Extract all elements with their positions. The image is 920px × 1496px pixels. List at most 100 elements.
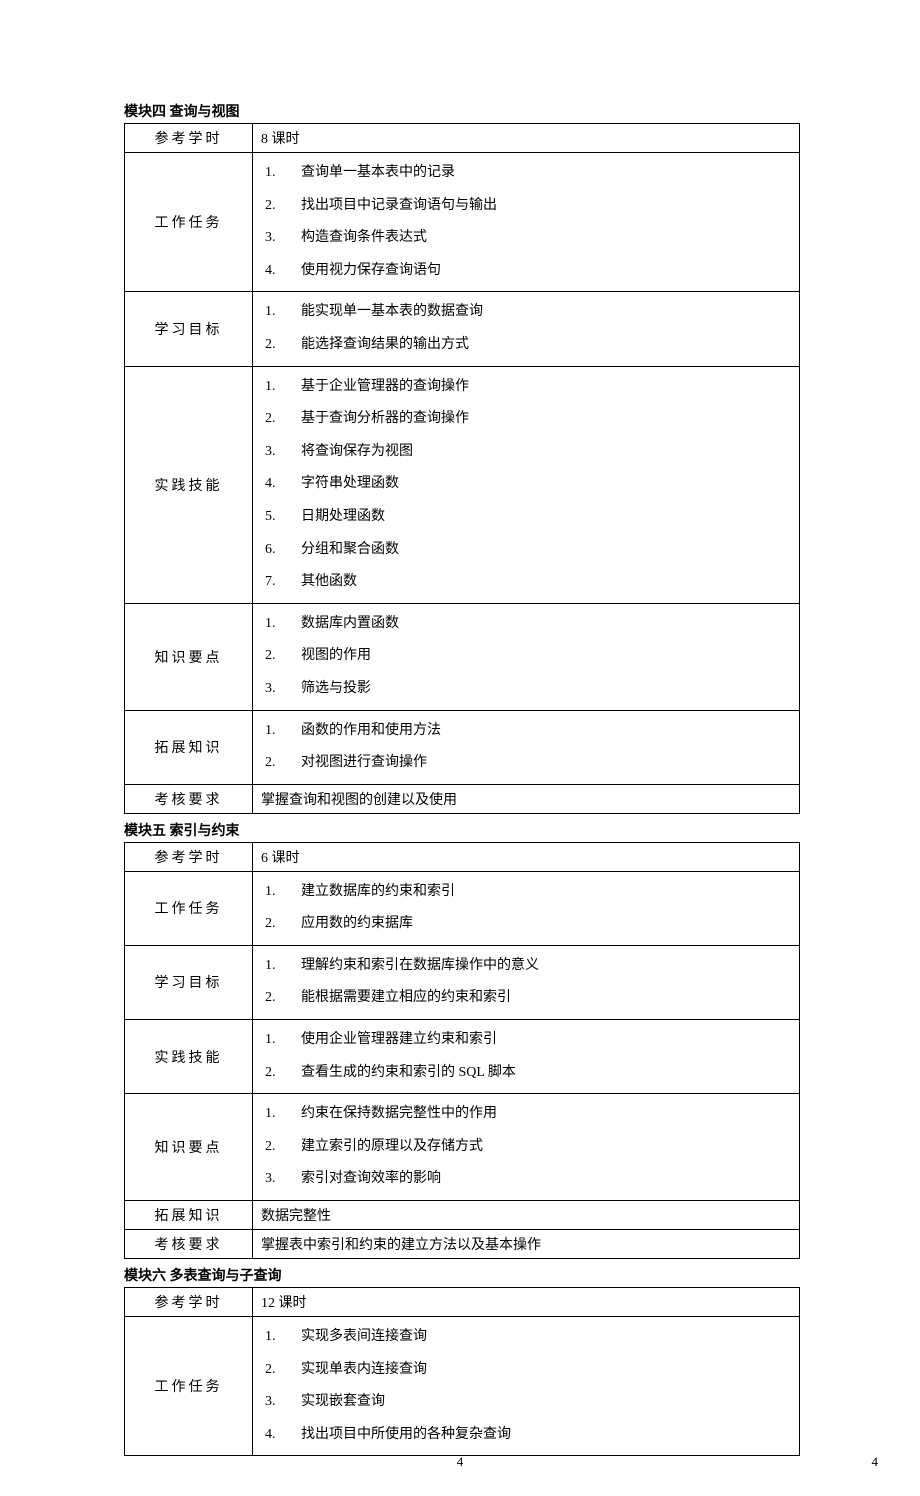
row-label: 考核要求 bbox=[125, 1230, 253, 1259]
row-label: 知识要点 bbox=[125, 603, 253, 710]
list-item: 3.实现嵌套查询 bbox=[261, 1386, 793, 1419]
row-label: 实践技能 bbox=[125, 1020, 253, 1094]
list-item: 2.对视图进行查询操作 bbox=[261, 747, 793, 780]
row-content: 1.建立数据库的约束和索引2.应用数的约束据库 bbox=[253, 871, 800, 945]
table-row: 拓展知识1.函数的作用和使用方法2.对视图进行查询操作 bbox=[125, 710, 800, 784]
module-title: 模块四 查询与视图 bbox=[124, 101, 800, 121]
module-table: 参考学时6 课时工作任务1.建立数据库的约束和索引2.应用数的约束据库学习目标1… bbox=[124, 842, 800, 1259]
list-number: 7. bbox=[261, 569, 285, 596]
list-text: 能根据需要建立相应的约束和索引 bbox=[285, 985, 511, 1012]
list-number: 5. bbox=[261, 504, 285, 531]
module-title: 模块六 多表查询与子查询 bbox=[124, 1265, 800, 1285]
list-number: 6. bbox=[261, 537, 285, 564]
row-content: 1.约束在保持数据完整性中的作用2.建立索引的原理以及存储方式3.索引对查询效率… bbox=[253, 1094, 800, 1201]
table-row: 知识要点1.约束在保持数据完整性中的作用2.建立索引的原理以及存储方式3.索引对… bbox=[125, 1094, 800, 1201]
row-label: 学习目标 bbox=[125, 292, 253, 366]
list-number: 2. bbox=[261, 406, 285, 433]
list-number: 1. bbox=[261, 953, 285, 980]
list-item: 6.分组和聚合函数 bbox=[261, 534, 793, 567]
list-number: 4. bbox=[261, 1422, 285, 1449]
list-text: 找出项目中所使用的各种复杂查询 bbox=[285, 1422, 511, 1449]
list-item: 2.建立索引的原理以及存储方式 bbox=[261, 1131, 793, 1164]
list-number: 1. bbox=[261, 374, 285, 401]
list-number: 2. bbox=[261, 911, 285, 938]
list-item: 3.索引对查询效率的影响 bbox=[261, 1163, 793, 1196]
row-label: 工作任务 bbox=[125, 1317, 253, 1456]
table-row: 工作任务1.查询单一基本表中的记录2.找出项目中记录查询语句与输出3.构造查询条… bbox=[125, 153, 800, 292]
list-item: 7.其他函数 bbox=[261, 566, 793, 599]
list-text: 查看生成的约束和索引的 SQL 脚本 bbox=[285, 1060, 516, 1087]
row-content: 1.实现多表间连接查询 2.实现单表内连接查询3.实现嵌套查询 4.找出项目中所使用… bbox=[253, 1317, 800, 1456]
list-text: 将查询保存为视图 bbox=[285, 439, 413, 466]
module-title: 模块五 索引与约束 bbox=[124, 820, 800, 840]
list-item: 3.将查询保存为视图 bbox=[261, 436, 793, 469]
list-text: 其他函数 bbox=[285, 569, 357, 596]
module-table: 参考学时8 课时工作任务1.查询单一基本表中的记录2.找出项目中记录查询语句与输… bbox=[124, 123, 800, 814]
table-row: 参考学时 6 课时 bbox=[125, 842, 800, 871]
row-label: 参考学时 bbox=[125, 842, 253, 871]
list-number: 1. bbox=[261, 718, 285, 745]
row-content: 12 课时 bbox=[253, 1288, 800, 1317]
list-text: 使用视力保存查询语句 bbox=[285, 258, 441, 285]
list-text: 能选择查询结果的输出方式 bbox=[285, 332, 469, 359]
table-row: 考核要求掌握查询和视图的创建以及使用 bbox=[125, 784, 800, 813]
page-content: 模块四 查询与视图参考学时8 课时工作任务1.查询单一基本表中的记录2.找出项目… bbox=[124, 101, 800, 1456]
list-number: 3. bbox=[261, 225, 285, 252]
list-item: 1.数据库内置函数 bbox=[261, 608, 793, 641]
list-text: 理解约束和索引在数据库操作中的意义 bbox=[285, 953, 539, 980]
list-item: 1.理解约束和索引在数据库操作中的意义 bbox=[261, 950, 793, 983]
row-label: 拓展知识 bbox=[125, 1201, 253, 1230]
table-row: 学习目标1.理解约束和索引在数据库操作中的意义2.能根据需要建立相应的约束和索引 bbox=[125, 945, 800, 1019]
page-number-right: 4 bbox=[872, 1454, 879, 1470]
list-item: 2.应用数的约束据库 bbox=[261, 908, 793, 941]
page-number-center: 4 bbox=[457, 1454, 464, 1470]
table-row: 知识要点1.数据库内置函数2.视图的作用3.筛选与投影 bbox=[125, 603, 800, 710]
list-item: 1.能实现单一基本表的数据查询 bbox=[261, 296, 793, 329]
row-content: 1.查询单一基本表中的记录2.找出项目中记录查询语句与输出3.构造查询条件表达式… bbox=[253, 153, 800, 292]
list-item: 1.建立数据库的约束和索引 bbox=[261, 876, 793, 909]
table-row: 实践技能1.使用企业管理器建立约束和索引2.查看生成的约束和索引的 SQL 脚本 bbox=[125, 1020, 800, 1094]
list-text: 建立索引的原理以及存储方式 bbox=[285, 1134, 483, 1161]
list-text: 实现单表内连接查询 bbox=[285, 1357, 427, 1384]
row-text: 掌握查询和视图的创建以及使用 bbox=[261, 793, 457, 808]
row-label: 知识要点 bbox=[125, 1094, 253, 1201]
list-item: 2.基于查询分析器的查询操作 bbox=[261, 403, 793, 436]
list-item: 2.视图的作用 bbox=[261, 640, 793, 673]
table-row: 实践技能1.基于企业管理器的查询操作2.基于查询分析器的查询操作3.将查询保存为… bbox=[125, 366, 800, 603]
table-row: 学习目标1.能实现单一基本表的数据查询2.能选择查询结果的输出方式 bbox=[125, 292, 800, 366]
row-content: 数据完整性 bbox=[253, 1201, 800, 1230]
list-item: 1.实现多表间连接查询 bbox=[261, 1321, 793, 1354]
list-text: 构造查询条件表达式 bbox=[285, 225, 427, 252]
list-number: 2. bbox=[261, 193, 285, 220]
list-number: 4. bbox=[261, 258, 285, 285]
row-label: 学习目标 bbox=[125, 945, 253, 1019]
list-number: 2. bbox=[261, 1357, 285, 1384]
list-number: 3. bbox=[261, 1389, 285, 1416]
list-item: 1.查询单一基本表中的记录 bbox=[261, 157, 793, 190]
list-text: 实现多表间连接查询 bbox=[285, 1324, 427, 1351]
row-content: 1.理解约束和索引在数据库操作中的意义2.能根据需要建立相应的约束和索引 bbox=[253, 945, 800, 1019]
list-item: 1.基于企业管理器的查询操作 bbox=[261, 371, 793, 404]
list-item: 2.找出项目中记录查询语句与输出 bbox=[261, 190, 793, 223]
list-text: 索引对查询效率的影响 bbox=[285, 1166, 441, 1193]
row-content: 6 课时 bbox=[253, 842, 800, 871]
list-number: 3. bbox=[261, 676, 285, 703]
row-label: 工作任务 bbox=[125, 871, 253, 945]
row-content: 1.函数的作用和使用方法2.对视图进行查询操作 bbox=[253, 710, 800, 784]
list-number: 4. bbox=[261, 471, 285, 498]
list-text: 基于查询分析器的查询操作 bbox=[285, 406, 469, 433]
table-row: 考核要求掌握表中索引和约束的建立方法以及基本操作 bbox=[125, 1230, 800, 1259]
list-number: 1. bbox=[261, 611, 285, 638]
row-text: 8 课时 bbox=[261, 132, 300, 147]
row-label: 参考学时 bbox=[125, 1288, 253, 1317]
list-item: 1.约束在保持数据完整性中的作用 bbox=[261, 1098, 793, 1131]
row-content: 1.能实现单一基本表的数据查询2.能选择查询结果的输出方式 bbox=[253, 292, 800, 366]
list-item: 1.函数的作用和使用方法 bbox=[261, 715, 793, 748]
list-item: 3.构造查询条件表达式 bbox=[261, 222, 793, 255]
row-text: 6 课时 bbox=[261, 851, 300, 866]
list-text: 分组和聚合函数 bbox=[285, 537, 399, 564]
list-item: 3.筛选与投影 bbox=[261, 673, 793, 706]
row-content: 8 课时 bbox=[253, 124, 800, 153]
list-number: 1. bbox=[261, 879, 285, 906]
list-text: 约束在保持数据完整性中的作用 bbox=[285, 1101, 497, 1128]
